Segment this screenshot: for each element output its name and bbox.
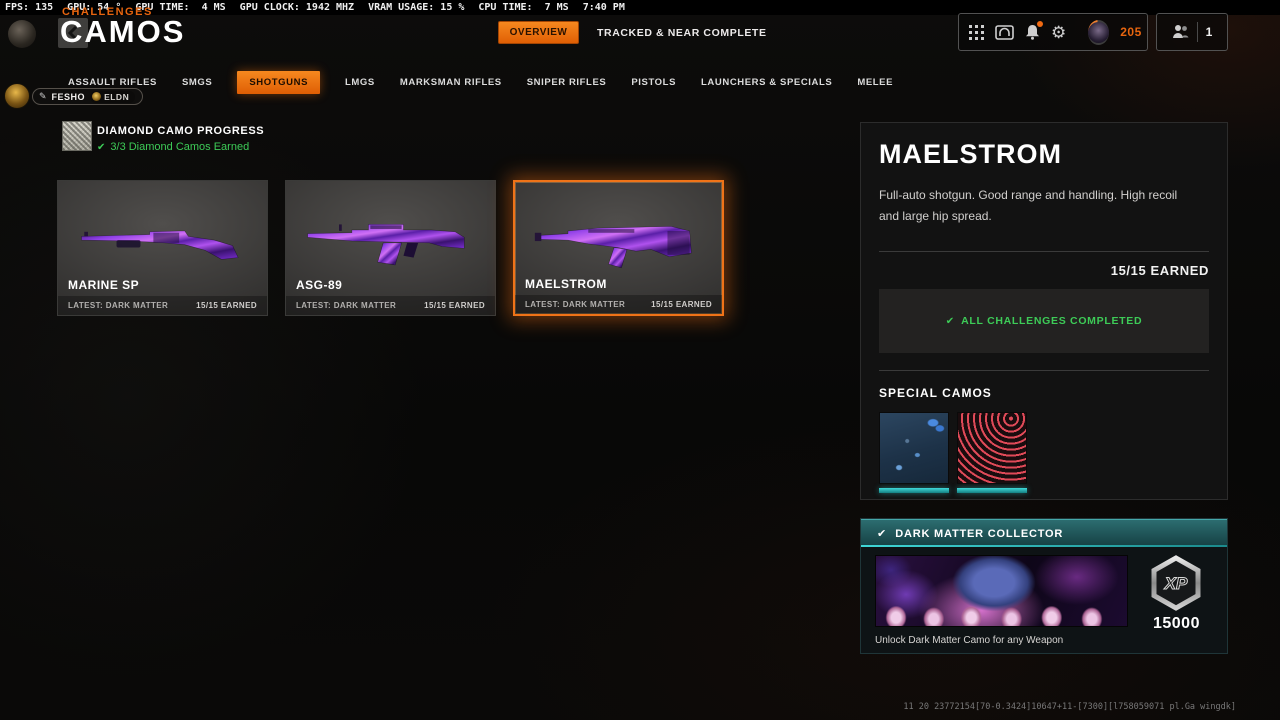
special-camo-butterfly[interactable] [879, 412, 949, 493]
gpu-clock-stat: GPU CLOCK: 1942 MHZ [239, 2, 355, 13]
tab-smgs[interactable]: SMGS [182, 77, 212, 88]
dark-matter-artwork [875, 555, 1128, 627]
card-footer: LATEST: DARK MATTER 15/15 EARNED [58, 296, 267, 315]
weapon-card-maelstrom[interactable]: MAELSTROM LATEST: DARK MATTER 15/15 EARN… [513, 180, 724, 316]
weapon-card-asg-89[interactable]: ASG-89 LATEST: DARK MATTER 15/15 EARNED [285, 180, 496, 316]
card-footer: LATEST: DARK MATTER 15/15 EARNED [286, 296, 495, 315]
tab-sniper-rifles[interactable]: SNIPER RIFLES [527, 77, 607, 88]
tab-shotguns[interactable]: SHOTGUNS [237, 70, 321, 94]
weapon-earned-count: 15/15 EARNED [196, 301, 257, 310]
special-camo-red-swirl-image [957, 412, 1027, 484]
clan-tag-chip: ELDN [90, 90, 136, 103]
nameplate-emblem [4, 83, 30, 109]
clan-tag: ELDN [104, 91, 130, 102]
notification-dot [1037, 21, 1043, 27]
tab-assault-rifles[interactable]: ASSAULT RIFLES [68, 77, 157, 88]
check-icon: ✔ [877, 528, 887, 540]
collector-header: ✔ DARK MATTER COLLECTOR [861, 519, 1227, 547]
clock-time: 7:40 PM [582, 2, 625, 13]
weapon-image-maelstrom [534, 226, 692, 269]
pencil-icon: ✎ [39, 91, 47, 101]
tab-overview[interactable]: OVERVIEW [498, 21, 579, 44]
tab-pistols[interactable]: PISTOLS [631, 77, 676, 88]
notifications-bell-icon[interactable] [1025, 21, 1043, 40]
build-version: 11 20 23772154[70-0.3424]10647+11-[7300]… [903, 702, 1236, 712]
weapon-detail-panel: MAELSTROM Full-auto shotgun. Good range … [860, 122, 1228, 500]
xp-badge-label: XP [1164, 574, 1188, 593]
tab-lmgs[interactable]: LMGS [345, 77, 375, 88]
weapon-earned-count: 15/15 EARNED [651, 300, 712, 309]
divider [1196, 22, 1198, 42]
divider [879, 370, 1209, 371]
xp-reward-amount: 15000 [1152, 615, 1200, 632]
page-title: CAMOS [60, 14, 186, 49]
player-nameplate: ✎ FESHO ELDN [32, 88, 144, 105]
diamond-progress-status: ✔ 3/3 Diamond Camos Earned [97, 141, 249, 153]
weapon-image-marine-sp [81, 230, 239, 260]
collector-reward: XP 15000 [1138, 555, 1215, 633]
fps-stat: FPS: 135 [5, 2, 54, 13]
collector-subtitle: Unlock Dark Matter Camo for any Weapon [875, 635, 1064, 646]
all-challenges-completed-text: ALL CHALLENGES COMPLETED [961, 315, 1143, 327]
special-camos-row [879, 412, 1209, 493]
diamond-camo-swatch [62, 121, 92, 151]
cpu-time-stat: CPU TIME: 7 MS [478, 2, 569, 13]
weapon-name: ASG-89 [296, 278, 343, 292]
all-challenges-completed-box: ✔ ALL CHALLENGES COMPLETED [879, 289, 1209, 353]
player-name: FESHO [51, 91, 86, 102]
weapon-latest-camo: LATEST: DARK MATTER [296, 301, 397, 310]
party-count: 1 [1205, 25, 1213, 39]
detail-weapon-description: Full-auto shotgun. Good range and handli… [879, 188, 1178, 223]
prestige-emblem-icon[interactable] [1088, 19, 1110, 45]
showcase-icon[interactable] [995, 24, 1014, 40]
camos-screen: FPS: 135 GPU: 54 ° GPU TIME: 4 MS GPU CL… [0, 0, 1280, 720]
check-icon: ✔ [97, 141, 106, 153]
party-widget[interactable]: 1 [1156, 13, 1228, 51]
weapon-latest-camo: LATEST: DARK MATTER [68, 301, 169, 310]
special-camo-progress-bar [879, 488, 949, 493]
detail-weapon-title: MAELSTROM [879, 139, 1062, 169]
diamond-progress-text: 3/3 Diamond Camos Earned [110, 141, 250, 153]
vram-stat: VRAM USAGE: 15 % [368, 2, 465, 13]
collector-body: XP 15000 [861, 547, 1227, 633]
special-camos-heading: SPECIAL CAMOS [879, 386, 992, 400]
weapon-latest-camo: LATEST: DARK MATTER [525, 300, 626, 309]
card-footer: LATEST: DARK MATTER 15/15 EARNED [515, 295, 722, 314]
weapon-earned-count: 15/15 EARNED [424, 301, 485, 310]
dark-matter-collector-panel[interactable]: ✔ DARK MATTER COLLECTOR XP 15000 Unlock … [860, 518, 1228, 654]
tab-melee[interactable]: MELEE [857, 77, 893, 88]
check-icon: ✔ [945, 315, 955, 327]
diamond-progress-title: DIAMOND CAMO PROGRESS [97, 125, 265, 137]
tab-marksman-rifles[interactable]: MARKSMAN RIFLES [400, 77, 502, 88]
players-icon [1172, 25, 1189, 38]
collector-title: DARK MATTER COLLECTOR [895, 527, 1064, 540]
prestige-emblem-art [1088, 21, 1110, 43]
tab-tracked-near-complete[interactable]: TRACKED & NEAR COMPLETE [597, 21, 767, 44]
special-camo-butterfly-image [879, 412, 949, 484]
special-camo-progress-bar [957, 488, 1027, 493]
clan-icon [92, 92, 102, 101]
player-level-value: 205 [1120, 25, 1142, 39]
weapon-name: MARINE SP [68, 278, 140, 292]
weapon-card-marine-sp[interactable]: MARINE SP LATEST: DARK MATTER 15/15 EARN… [57, 180, 268, 316]
grid-menu-icon[interactable] [969, 24, 984, 40]
hud-icon-cluster: ⚙ 205 [958, 13, 1148, 51]
divider [879, 251, 1209, 252]
settings-gear-icon[interactable]: ⚙ [1051, 24, 1066, 41]
xp-badge-icon: XP [1151, 555, 1201, 611]
detail-earned-count: 15/15 EARNED [1110, 263, 1209, 278]
weapon-image-asg-89 [307, 224, 465, 266]
tab-launchers-specials[interactable]: LAUNCHERS & SPECIALS [701, 77, 832, 88]
avatar [8, 20, 36, 48]
special-camo-red-swirl[interactable] [957, 412, 1027, 493]
weapon-name: MAELSTROM [525, 277, 607, 291]
weapon-class-tabs: ASSAULT RIFLES SMGS SHOTGUNS LMGS MARKSM… [68, 70, 893, 94]
